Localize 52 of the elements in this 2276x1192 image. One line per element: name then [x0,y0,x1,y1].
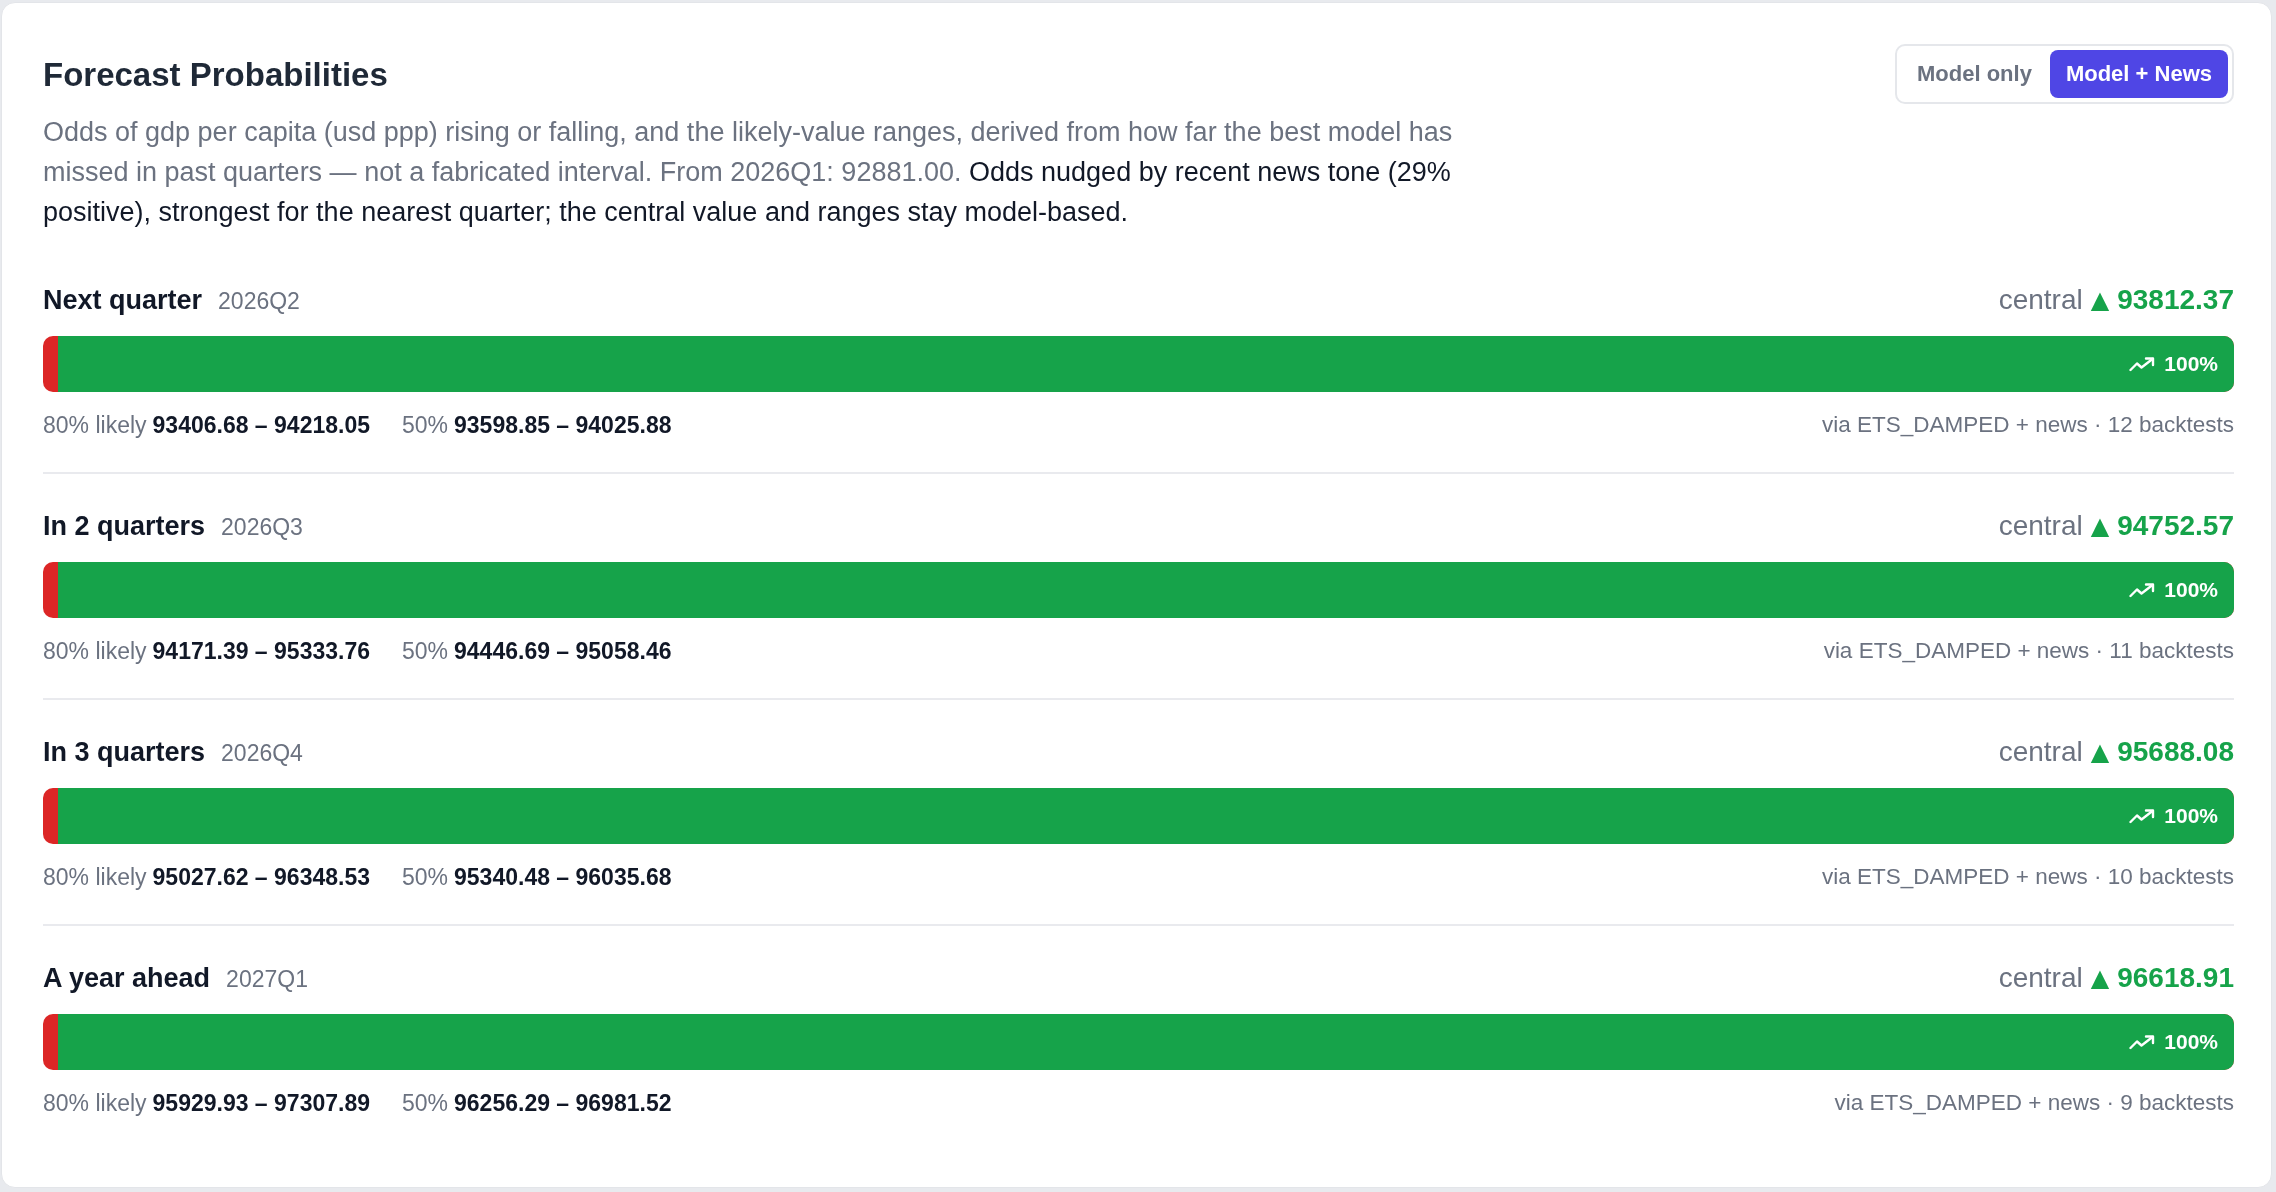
range-value: 93598.85 – 94025.88 [454,411,672,439]
horizon-label: A year ahead [43,962,211,994]
range-label: 80% likely [43,863,147,891]
range-label: 50% [402,863,449,891]
range-label: 80% likely [43,411,147,439]
central-label: central [1998,962,2083,994]
central-label: central [1998,510,2083,542]
range-label: 80% likely [43,637,147,665]
range-value: 95929.93 – 97307.89 [152,1089,370,1117]
source-text: via ETS_DAMPED + news · 10 backtests [1821,864,2234,890]
source-text: via ETS_DAMPED + news · 9 backtests [1834,1090,2234,1116]
trend-up-icon [2129,582,2156,598]
up-triangle-icon: ▲ [2090,288,2110,312]
mode-toggle-button[interactable]: Model only [1901,50,2048,98]
horizon-label: In 3 quarters [43,736,206,768]
range-label: 50% [402,411,449,439]
range-label: 80% likely [43,1089,147,1117]
description-text: Odds of gdp per capita (usd ppp) rising or falling, and the likely-value ranges, derived from how far the best model has missed in past quarters — not a fabricated interval. From 2026Q1: 92881.00. Odds nudged by recent news tone (29% positive), strongest for the nearest quarter; the central value and ranges stay model-based. [43,116,1454,229]
range-value: 94171.39 – 95333.76 [152,637,370,665]
quarter-label: 2026Q2 [218,287,300,315]
range-value: 95340.48 – 96035.68 [454,863,672,891]
up-triangle-icon: ▲ [2090,740,2110,764]
mode-toggle-button[interactable]: Model + News [2049,50,2228,98]
horizon-label: Next quarter [43,284,203,316]
range-value: 95027.62 – 96348.53 [152,863,370,891]
probability-percent: 100% [2164,578,2218,602]
central-value: 94752.57 [2117,510,2234,542]
up-triangle-icon: ▲ [2090,966,2110,990]
quarter-label: 2026Q3 [221,513,303,541]
range-value: 94446.69 – 95058.46 [454,637,672,665]
up-triangle-icon: ▲ [2090,514,2110,538]
panel-title: Forecast Probabilities [43,55,389,95]
central-value: 96618.91 [2117,962,2234,994]
source-text: via ETS_DAMPED + news · 12 backtests [1821,412,2234,438]
quarter-label: 2026Q4 [221,739,303,767]
trend-up-icon [2129,808,2156,824]
horizon-label: In 2 quarters [43,510,206,542]
probability-percent: 100% [2164,352,2218,376]
central-label: central [1998,736,2083,768]
range-label: 50% [402,637,449,665]
trend-up-icon [2129,356,2156,372]
trend-up-icon [2129,1034,2156,1050]
range-label: 50% [402,1089,449,1117]
quarter-label: 2027Q1 [226,965,308,993]
source-text: via ETS_DAMPED + news · 11 backtests [1823,638,2234,664]
probability-percent: 100% [2164,1030,2218,1054]
central-value: 93812.37 [2117,284,2234,316]
central-label: central [1998,284,2083,316]
range-value: 96256.29 – 96981.52 [454,1089,672,1117]
probability-percent: 100% [2164,804,2218,828]
central-value: 95688.08 [2117,736,2234,768]
range-value: 93406.68 – 94218.05 [152,411,370,439]
